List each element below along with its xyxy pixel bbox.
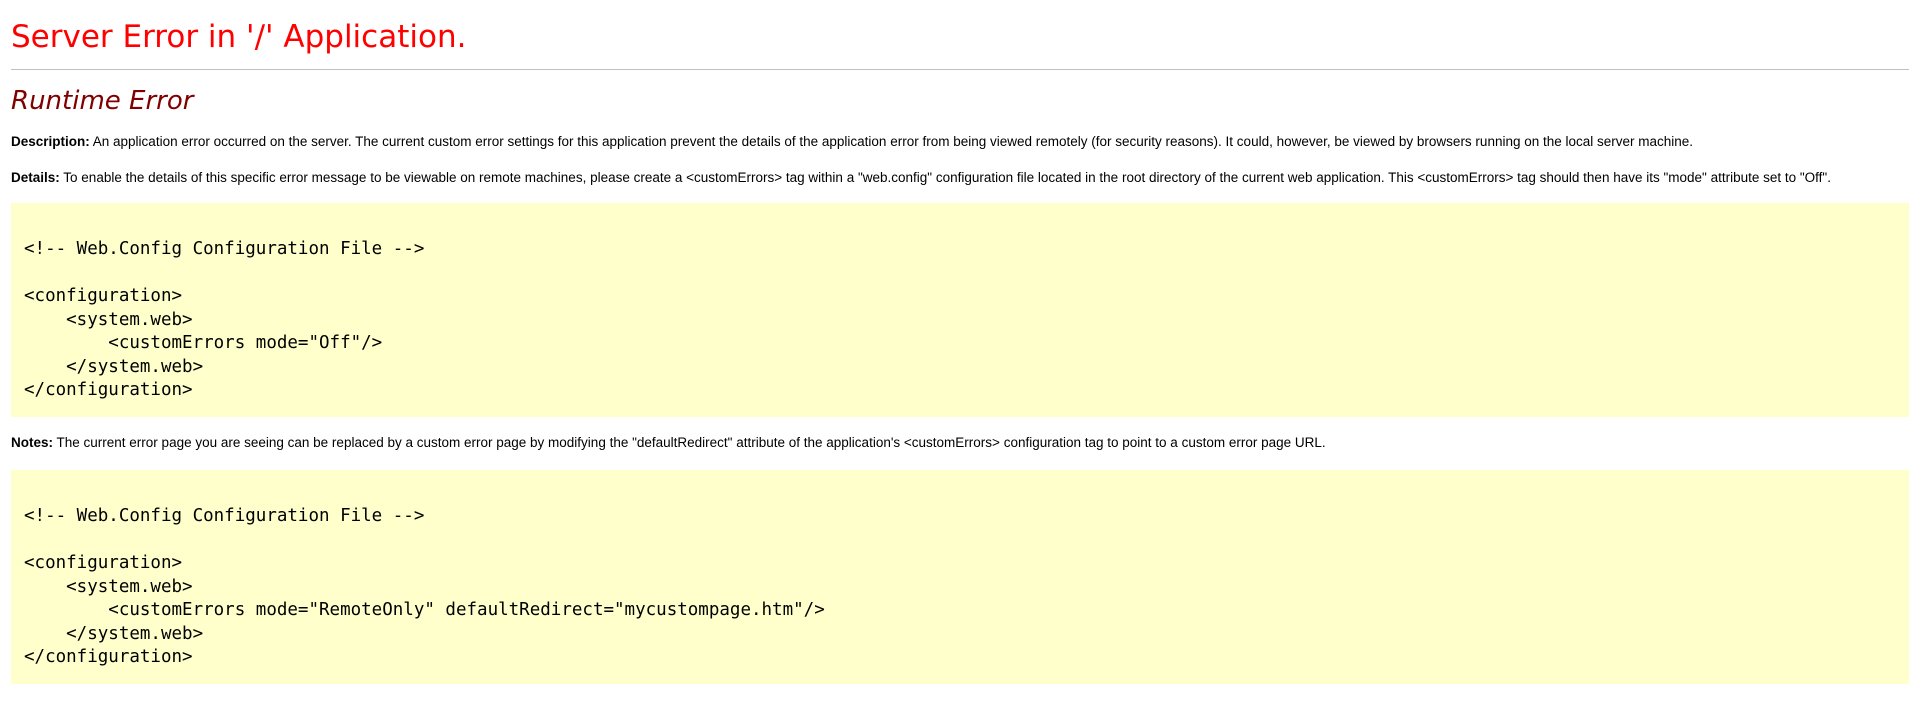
- code-block-remoteonly: <!-- Web.Config Configuration File --> <…: [11, 470, 1909, 684]
- code-block-off-text: <!-- Web.Config Configuration File --> <…: [24, 239, 425, 400]
- code-block-remoteonly-text: <!-- Web.Config Configuration File --> <…: [24, 506, 825, 667]
- code-block-off: <!-- Web.Config Configuration File --> <…: [11, 203, 1909, 417]
- details-paragraph: Details: To enable the details of this s…: [11, 170, 1909, 186]
- error-type-heading: Runtime Error: [11, 86, 194, 116]
- description-text: An application error occurred on the ser…: [89, 134, 1694, 149]
- notes-paragraph: Notes: The current error page you are se…: [11, 435, 1909, 451]
- notes-text: The current error page you are seeing ca…: [53, 435, 1326, 450]
- page-title: Server Error in '/' Application.: [11, 19, 467, 55]
- error-page: Server Error in '/' Application. Runtime…: [0, 0, 1920, 717]
- title-divider: [11, 69, 1909, 70]
- description-paragraph: Description: An application error occurr…: [11, 134, 1909, 150]
- description-label: Description:: [11, 134, 90, 149]
- details-text: To enable the details of this specific e…: [59, 170, 1831, 185]
- notes-label: Notes:: [11, 435, 54, 450]
- details-label: Details:: [11, 170, 60, 185]
